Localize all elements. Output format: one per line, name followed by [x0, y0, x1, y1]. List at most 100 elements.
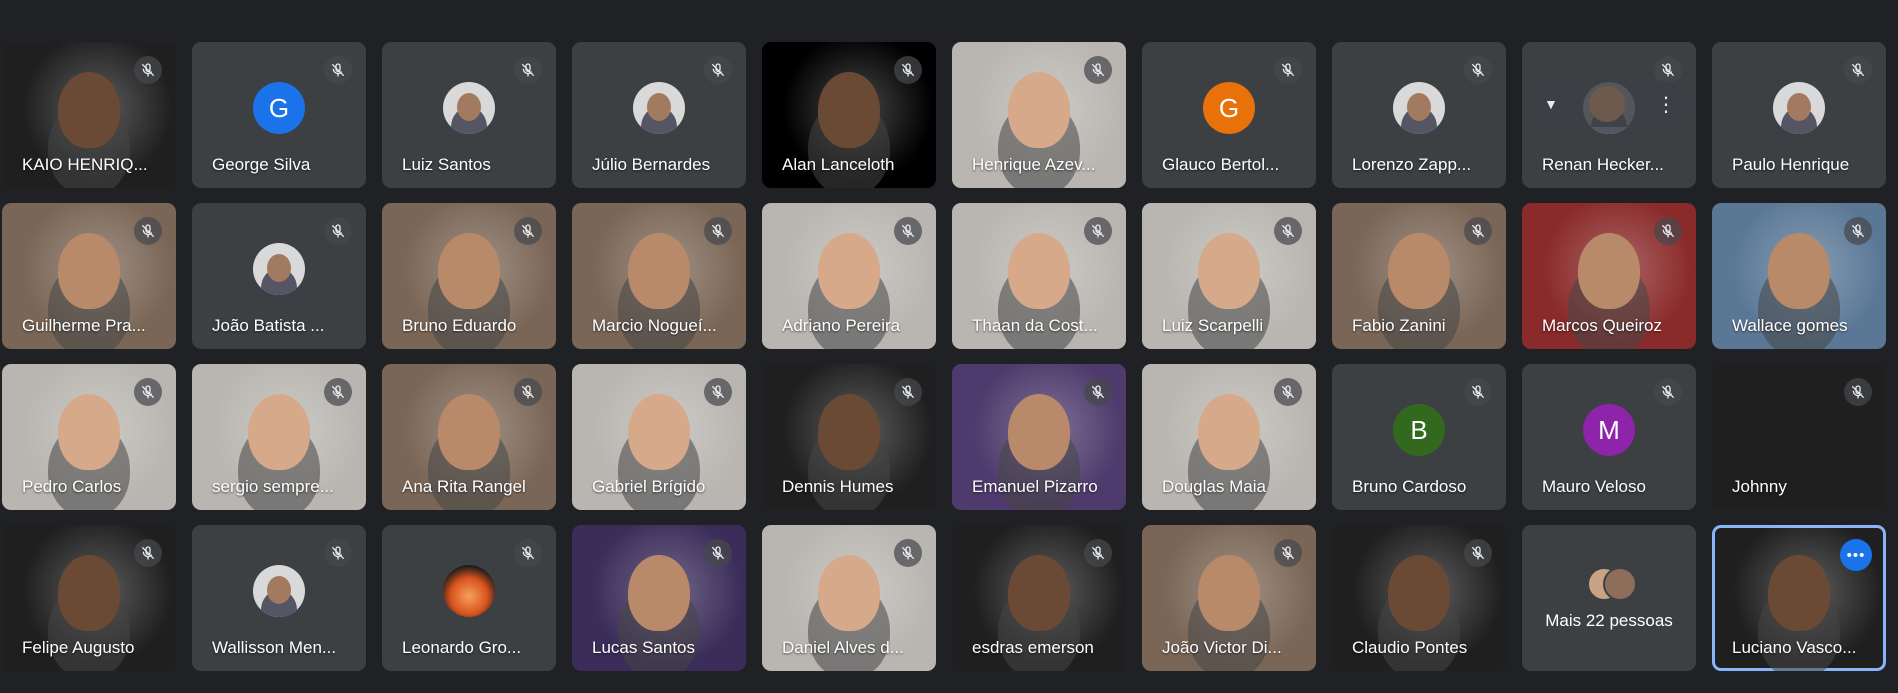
participant-name: João Batista ...	[212, 316, 325, 335]
participant-name: Adriano Pereira	[782, 316, 901, 335]
mic-off-icon	[134, 217, 162, 245]
mic-off-icon	[514, 378, 542, 406]
avatar	[443, 565, 495, 617]
participant-tile[interactable]: Pedro Carlos	[2, 364, 176, 510]
mic-off-icon	[324, 56, 352, 84]
participant-tile[interactable]: Fabio Zanini	[1332, 203, 1506, 349]
mic-off-icon	[514, 539, 542, 567]
participant-tile[interactable]: Marcos Queiroz	[1522, 203, 1696, 349]
mic-off-icon	[324, 539, 352, 567]
mic-off-icon	[1464, 539, 1492, 567]
pin-icon[interactable]: ▼	[1544, 96, 1558, 112]
mic-off-icon	[134, 378, 162, 406]
mic-off-icon	[134, 539, 162, 567]
participant-tile[interactable]: Mais 22 pessoas	[1522, 525, 1696, 671]
participant-name: Emanuel Pizarro	[972, 477, 1098, 496]
participant-name: sergio sempre...	[212, 477, 334, 496]
participant-name: Dennis Humes	[782, 477, 894, 496]
participant-tile[interactable]: M Mauro Veloso	[1522, 364, 1696, 510]
participant-name: esdras emerson	[972, 638, 1094, 657]
participant-tile[interactable]: Ana Rita Rangel	[382, 364, 556, 510]
participant-tile[interactable]: G George Silva	[192, 42, 366, 188]
participant-tile[interactable]: Luciano Vasco... •••	[1712, 525, 1886, 671]
mic-off-icon	[134, 56, 162, 84]
avatar	[443, 82, 495, 134]
participant-tile[interactable]: Lorenzo Zapp...	[1332, 42, 1506, 188]
participant-name: Daniel Alves d...	[782, 638, 904, 657]
avatar	[633, 82, 685, 134]
participant-tile[interactable]: Douglas Maia	[1142, 364, 1316, 510]
participant-tile[interactable]: Thaan da Cost...	[952, 203, 1126, 349]
mic-off-icon	[324, 217, 352, 245]
more-options-button[interactable]: •••	[1840, 539, 1872, 571]
participant-tile[interactable]: B Bruno Cardoso	[1332, 364, 1506, 510]
participant-tile[interactable]: Gabriel Brígido	[572, 364, 746, 510]
participant-tile[interactable]: Júlio Bernardes	[572, 42, 746, 188]
participant-tile[interactable]: Daniel Alves d...	[762, 525, 936, 671]
participant-name: Marcio Nogueí...	[592, 316, 717, 335]
tile-hover-controls: ▼ ⋮	[1528, 81, 1692, 127]
mic-off-icon	[1084, 378, 1112, 406]
participant-name: Luiz Scarpelli	[1162, 316, 1264, 335]
mic-off-icon	[894, 56, 922, 84]
participant-tile[interactable]: Felipe Augusto	[2, 525, 176, 671]
participant-tile[interactable]: Alan Lanceloth	[762, 42, 936, 188]
mic-off-icon	[514, 217, 542, 245]
participant-tile[interactable]: Luiz Scarpelli	[1142, 203, 1316, 349]
participant-name: Claudio Pontes	[1352, 638, 1468, 657]
participant-tile[interactable]: Wallace gomes	[1712, 203, 1886, 349]
avatar	[1393, 82, 1445, 134]
participant-tile[interactable]: Luiz Santos	[382, 42, 556, 188]
participant-tile[interactable]: Lucas Santos	[572, 525, 746, 671]
mic-off-icon	[704, 539, 732, 567]
mic-off-icon	[1274, 539, 1302, 567]
mic-off-icon	[894, 539, 922, 567]
participant-tile[interactable]: Wallisson Men...	[192, 525, 366, 671]
participant-tile[interactable]: Johnny	[1712, 364, 1886, 510]
mic-off-icon	[1084, 217, 1112, 245]
avatar: B	[1393, 404, 1445, 456]
participant-tile[interactable]: Dennis Humes	[762, 364, 936, 510]
participant-tile[interactable]: Leonardo Gro...	[382, 525, 556, 671]
participant-tile[interactable]: João Batista ...	[192, 203, 366, 349]
mic-off-icon	[704, 217, 732, 245]
participant-grid: KAIO HENRIQ... G George Silva Luiz Santos Jú…	[2, 42, 1886, 671]
participant-tile[interactable]: esdras emerson	[952, 525, 1126, 671]
mic-off-icon	[1844, 56, 1872, 84]
mic-off-icon	[1084, 539, 1112, 567]
mic-off-icon	[894, 217, 922, 245]
participant-tile[interactable]: KAIO HENRIQ...	[2, 42, 176, 188]
mic-off-icon	[1464, 378, 1492, 406]
participant-tile[interactable]: Paulo Henrique	[1712, 42, 1886, 188]
participant-tile[interactable]: João Victor Di...	[1142, 525, 1316, 671]
participant-tile[interactable]: Renan Hecker... ▼ ⋮	[1522, 42, 1696, 188]
participant-name: Thaan da Cost...	[972, 316, 1098, 335]
participant-name: Renan Hecker...	[1542, 155, 1664, 174]
participant-tile[interactable]: Henrique Azev...	[952, 42, 1126, 188]
participant-tile[interactable]: Claudio Pontes	[1332, 525, 1506, 671]
participant-tile[interactable]: Marcio Nogueí...	[572, 203, 746, 349]
participant-tile[interactable]: G Glauco Bertol...	[1142, 42, 1316, 188]
participant-name: KAIO HENRIQ...	[22, 155, 148, 174]
participant-name: Mauro Veloso	[1542, 477, 1646, 496]
avatar: G	[1203, 82, 1255, 134]
participant-tile[interactable]: Guilherme Pra...	[2, 203, 176, 349]
participant-name: Bruno Cardoso	[1352, 477, 1467, 496]
participant-tile[interactable]: sergio sempre...	[192, 364, 366, 510]
participant-name: Pedro Carlos	[22, 477, 122, 496]
participant-name: Bruno Eduardo	[402, 316, 517, 335]
participant-name: Lucas Santos	[592, 638, 696, 657]
participant-name: Gabriel Brígido	[592, 477, 706, 496]
avatar: M	[1583, 404, 1635, 456]
participant-name: George Silva	[212, 155, 311, 174]
mic-off-icon	[1844, 217, 1872, 245]
mic-off-icon	[1084, 56, 1112, 84]
participant-name: Douglas Maia	[1162, 477, 1266, 496]
mic-off-icon	[1654, 56, 1682, 84]
participant-tile[interactable]: Adriano Pereira	[762, 203, 936, 349]
participant-tile[interactable]: Bruno Eduardo	[382, 203, 556, 349]
participant-name: Luiz Santos	[402, 155, 491, 174]
participant-tile[interactable]: Emanuel Pizarro	[952, 364, 1126, 510]
more-options-icon[interactable]: ⋮	[1656, 92, 1676, 117]
participant-name: Ana Rita Rangel	[402, 477, 526, 496]
